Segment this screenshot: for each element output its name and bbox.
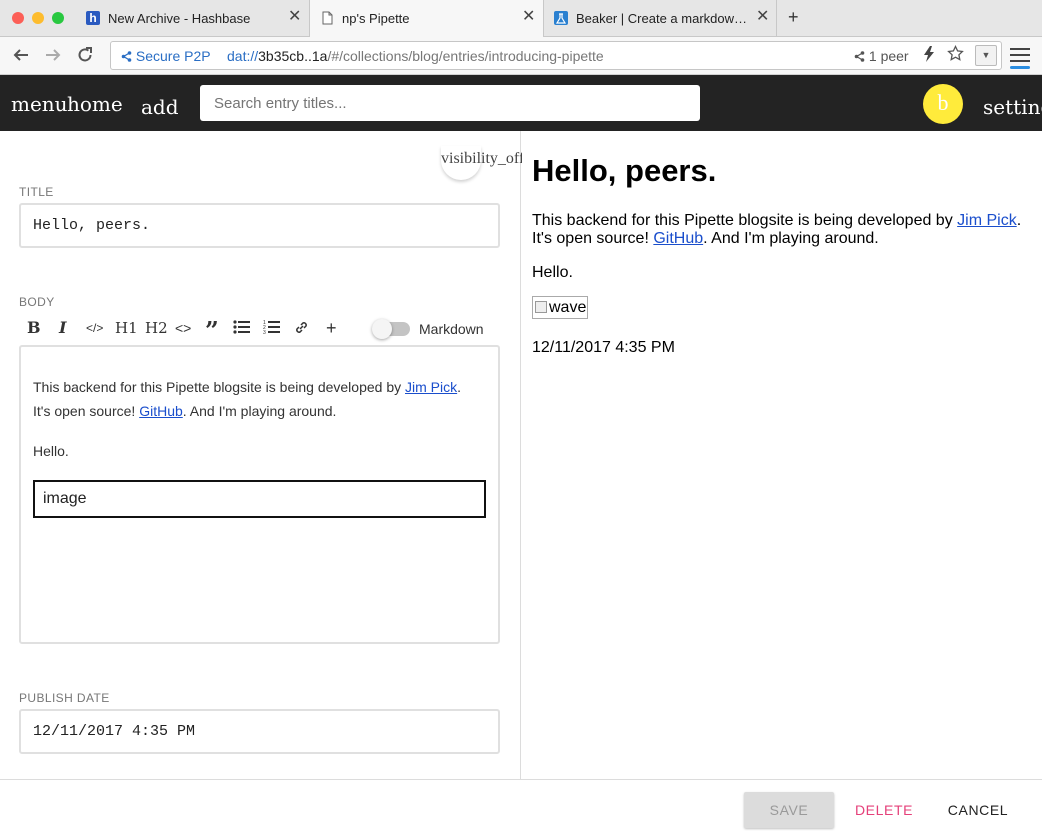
avatar[interactable]: b [923,84,963,124]
site-menu-dropdown-button[interactable]: ▼ [975,45,997,66]
body-paragraph: This backend for this Pipette blogsite i… [33,375,473,423]
tab-title: Beaker | Create a markdown si... [576,11,754,26]
reload-icon[interactable] [76,46,94,67]
lightning-icon[interactable] [924,46,934,66]
heading1-icon[interactable]: H1 [115,318,138,338]
save-button[interactable]: SAVE [744,792,834,828]
url-host: 3b35cb..1a [258,48,328,64]
menu-button[interactable]: menu [11,92,68,116]
browser-menu-button[interactable] [1010,48,1030,73]
body-text: This backend for this Pipette blogsite i… [33,379,406,395]
close-tab-icon[interactable]: ✕ [522,9,535,25]
image-placeholder-block[interactable]: image [33,480,486,518]
browser-nav-bar: Secure P2P dat://3b35cb..1a/#/collection… [0,37,1042,75]
browser-tab-bar: h New Archive - Hashbase ✕ np's Pipette … [0,0,1042,38]
preview-text: . And I'm playing around. [703,230,879,247]
bookmark-star-icon[interactable] [947,44,964,67]
home-button[interactable]: home [67,92,123,116]
settings-button[interactable]: settings [983,95,1042,119]
preview-date: 12/11/2017 4:35 PM [532,339,675,356]
formatting-toolbar: B I </> H1 H2 <> ” 123 + Markdown [19,318,500,344]
page-icon [320,11,334,25]
address-bar[interactable]: Secure P2P dat://3b35cb..1a/#/collection… [110,41,1002,70]
title-input[interactable]: Hello, peers. [19,203,500,248]
visibility-off-icon[interactable]: visibility_off [441,150,524,168]
close-tab-icon[interactable]: ✕ [288,9,301,25]
close-tab-icon[interactable]: ✕ [756,9,769,25]
markdown-toggle-knob[interactable] [372,319,392,339]
share-icon [854,49,865,65]
url-path: /#/collections/blog/entries/introducing-… [327,48,604,64]
preview-text: This backend for this Pipette blogsite i… [532,212,958,229]
jim-pick-link[interactable]: Jim Pick [405,379,457,395]
body-label: BODY [19,295,55,309]
body-paragraph: Hello. [33,443,69,459]
entry-preview: Hello, peers. This backend for this Pipe… [522,131,1042,779]
body-editor[interactable]: This backend for this Pipette blogsite i… [19,345,500,644]
italic-icon[interactable]: I [59,318,66,338]
forward-arrow-icon[interactable] [44,46,62,67]
publish-date-label: PUBLISH DATE [19,691,110,705]
back-arrow-icon[interactable] [12,46,30,67]
beaker-icon [554,11,568,25]
add-button[interactable]: add [141,95,179,119]
preview-title: Hello, peers. [532,153,717,188]
github-link[interactable]: GitHub [653,230,703,247]
tab-title: New Archive - Hashbase [108,11,251,26]
action-footer: SAVE DELETE CANCEL [0,779,1042,831]
bullet-list-icon[interactable] [233,320,250,340]
broken-image-icon [535,301,547,313]
search-input[interactable] [200,85,700,121]
tab-beaker[interactable]: Beaker | Create a markdown si... ✕ [544,0,777,37]
peers-indicator[interactable]: 1 peer [854,48,909,65]
url-protocol: dat:// [227,48,259,64]
preview-paragraph: This backend for this Pipette blogsite i… [532,212,1037,248]
broken-image: wave [532,296,589,319]
link-icon[interactable] [294,320,309,341]
cancel-button[interactable]: CANCEL [940,792,1016,828]
svg-text:3: 3 [263,330,266,335]
hashbase-logo-icon: h [86,11,100,25]
heading2-icon[interactable]: H2 [145,318,168,338]
publish-date-input[interactable]: 12/11/2017 4:35 PM [19,709,500,754]
peers-label: 1 peer [868,48,909,64]
bold-icon[interactable]: B [27,318,41,338]
add-block-icon[interactable]: + [326,318,337,338]
code-block-icon[interactable]: <> [175,318,191,338]
markdown-label: Markdown [419,321,484,337]
image-alt-text: wave [549,299,587,316]
github-link[interactable]: GitHub [139,403,183,419]
tab-title: np's Pipette [342,11,410,26]
tab-pipette[interactable]: np's Pipette ✕ [310,0,544,38]
body-text: . And I'm playing around. [182,403,337,419]
preview-paragraph: Hello. [532,264,573,281]
minimize-window-button[interactable] [32,12,44,24]
new-tab-button[interactable]: + [788,7,799,28]
secure-p2p-label: Secure P2P [135,48,211,64]
close-window-button[interactable] [12,12,24,24]
quote-icon[interactable]: ” [205,318,219,344]
maximize-window-button[interactable] [52,12,64,24]
inline-code-icon[interactable]: </> [86,318,103,338]
chevron-down-icon: ▼ [981,50,991,60]
tab-hashbase[interactable]: h New Archive - Hashbase ✕ [76,0,310,37]
delete-button[interactable]: DELETE [848,792,920,828]
entry-editor: visibility_off TITLE Hello, peers. BODY … [0,131,524,779]
jim-pick-link[interactable]: Jim Pick [957,212,1017,229]
secure-p2p-indicator[interactable]: Secure P2P [121,48,211,65]
share-icon [121,49,132,65]
app-header: menu home add b settings [0,75,1042,131]
url-text[interactable]: dat://3b35cb..1a/#/collections/blog/entr… [227,48,604,64]
numbered-list-icon[interactable]: 123 [263,319,280,341]
title-label: TITLE [19,185,54,199]
